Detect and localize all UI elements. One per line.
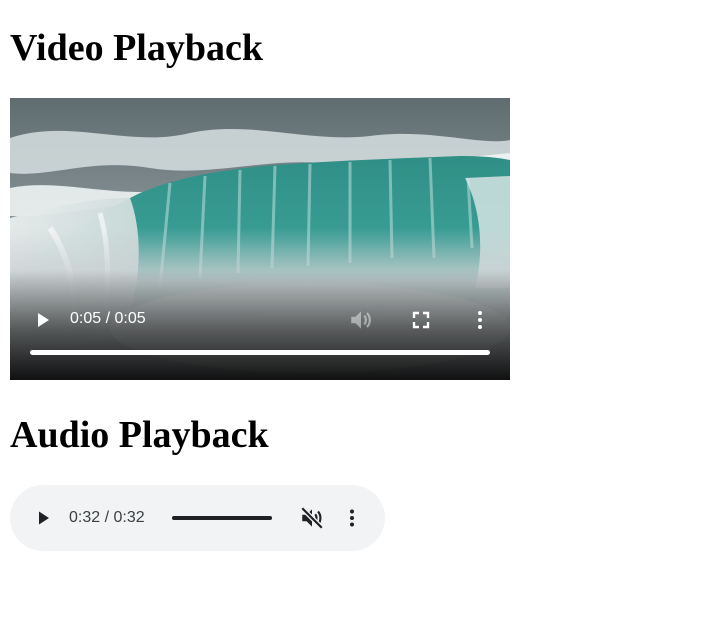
audio-player[interactable]: 0:32 / 0:32 [10,485,385,551]
audio-time-display: 0:32 / 0:32 [69,509,145,526]
waterfall-video-frame [10,98,510,380]
audio-play-button[interactable] [31,506,55,530]
audio-section-title: Audio Playback [10,414,269,456]
play-icon [38,313,49,327]
video-volume-button[interactable] [348,307,374,333]
fullscreen-icon [412,311,430,329]
video-player[interactable]: 0:05 / 0:05 [10,98,510,380]
play-icon [39,511,49,525]
video-progress-bar[interactable] [30,350,490,355]
more-vertical-icon [350,509,354,527]
video-play-button[interactable] [30,308,54,332]
audio-progress-fill [172,516,272,520]
audio-mute-button[interactable] [299,505,325,531]
volume-icon [351,311,371,329]
video-time-display: 0:05 / 0:05 [70,310,146,327]
more-vertical-icon [478,311,482,329]
video-section-title: Video Playback [10,27,263,69]
video-more-options-button[interactable] [468,308,492,332]
volume-muted-icon [300,506,324,530]
audio-more-options-button[interactable] [340,506,364,530]
video-progress-fill [30,350,490,355]
video-fullscreen-button[interactable] [409,308,433,332]
audio-progress-bar[interactable] [172,516,272,520]
